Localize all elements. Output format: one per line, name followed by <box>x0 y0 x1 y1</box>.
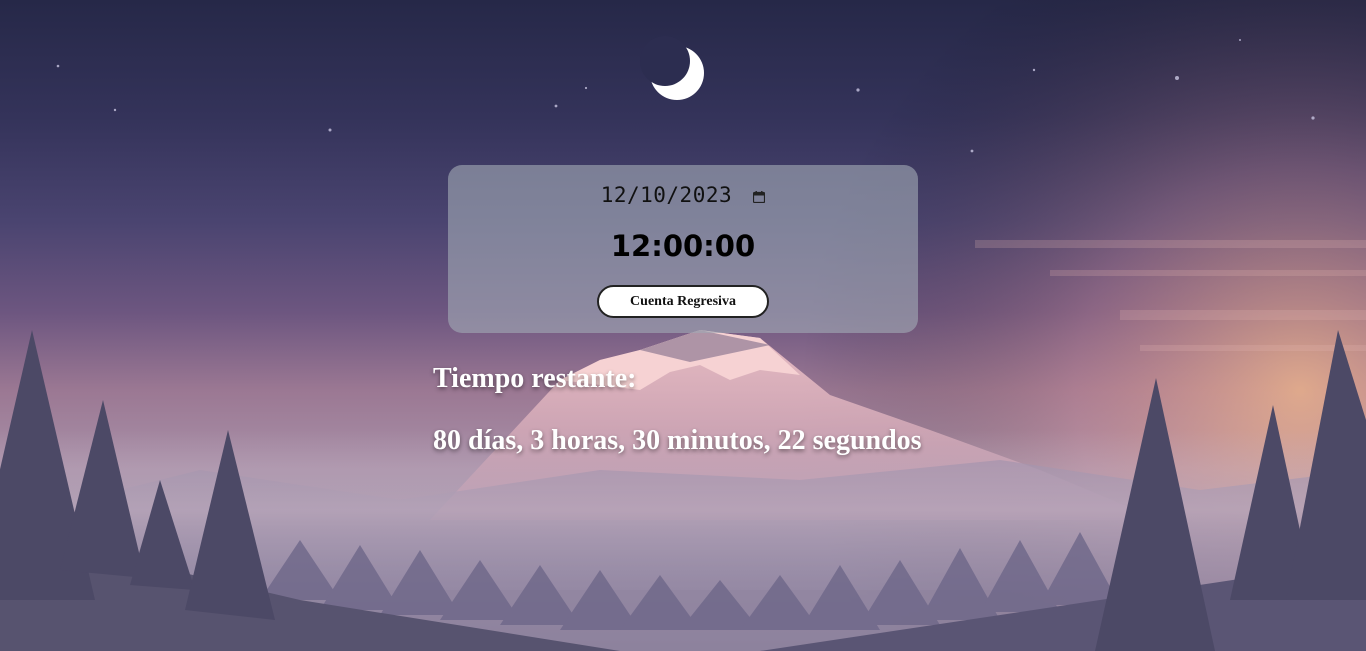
countdown-button[interactable]: Cuenta Regresiva <box>597 285 769 318</box>
date-value[interactable]: 12/10/2023 <box>601 183 732 207</box>
remaining-time-label: Tiempo restante: <box>433 363 637 394</box>
time-input[interactable]: 12:00:00 <box>0 229 1366 263</box>
calendar-icon[interactable] <box>753 191 766 203</box>
date-input[interactable]: 12/10/2023 <box>0 183 1366 207</box>
remaining-time-value: 80 días, 3 horas, 30 minutos, 22 segundo… <box>433 425 922 456</box>
